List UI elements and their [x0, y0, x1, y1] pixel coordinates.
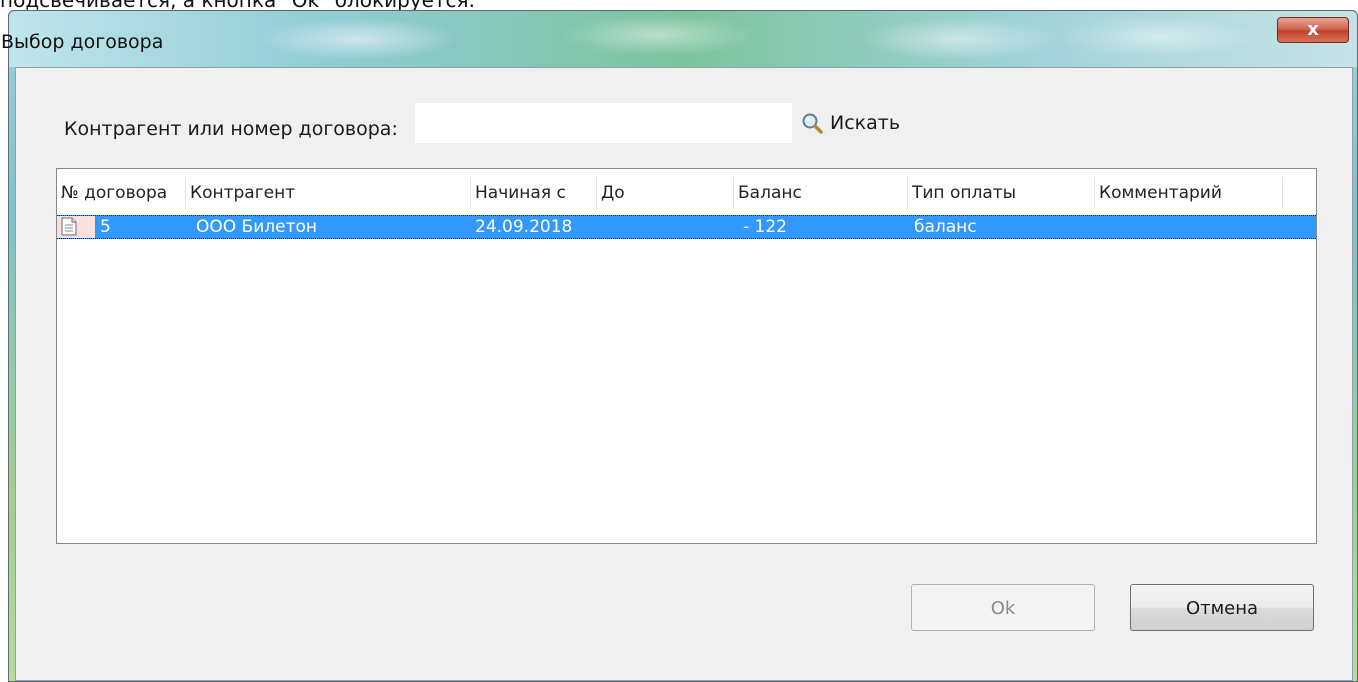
table-header: № договора Контрагент Начиная с До Балан… — [57, 169, 1316, 211]
window-title: Выбор договора — [1, 31, 164, 53]
column-header-number[interactable]: № договора — [57, 177, 186, 209]
cell-payment-type: баланс — [914, 217, 977, 237]
magnifier-icon — [802, 113, 823, 134]
document-icon — [61, 217, 77, 236]
close-icon: x — [1307, 19, 1319, 40]
cancel-button[interactable]: Отмена — [1130, 584, 1314, 631]
column-header-counterparty[interactable]: Контрагент — [186, 177, 471, 209]
table-row[interactable]: 5 ООО Билетон 24.09.2018 - 122 баланс — [57, 215, 1316, 239]
search-button-label: Искать — [830, 112, 901, 134]
cell-counterparty: ООО Билетон — [196, 217, 318, 237]
contracts-table: № договора Контрагент Начиная с До Балан… — [56, 168, 1317, 544]
search-button[interactable]: Искать — [800, 108, 900, 138]
dialog-body: Контрагент или номер договора: Искать № … — [15, 67, 1353, 681]
cell-start: 24.09.2018 — [475, 217, 573, 237]
dialog-window: Выбор договора x Контрагент или номер до… — [1, 10, 1358, 682]
search-input[interactable] — [415, 103, 792, 143]
search-label: Контрагент или номер договора: — [64, 118, 398, 140]
ok-button[interactable]: Ok — [911, 584, 1095, 631]
row-icon-cell — [57, 216, 95, 238]
column-header-comment[interactable]: Комментарий — [1095, 177, 1283, 209]
column-header-balance[interactable]: Баланс — [734, 177, 908, 209]
cell-number: 5 — [100, 217, 111, 237]
column-header-end[interactable]: До — [597, 177, 734, 209]
close-button[interactable]: x — [1277, 17, 1349, 43]
column-header-payment-type[interactable]: Тип оплаты — [908, 177, 1095, 209]
cell-balance: - 122 — [743, 217, 787, 237]
title-bar[interactable]: Выбор договора x — [1, 11, 1357, 67]
column-header-start[interactable]: Начиная с — [471, 177, 597, 209]
